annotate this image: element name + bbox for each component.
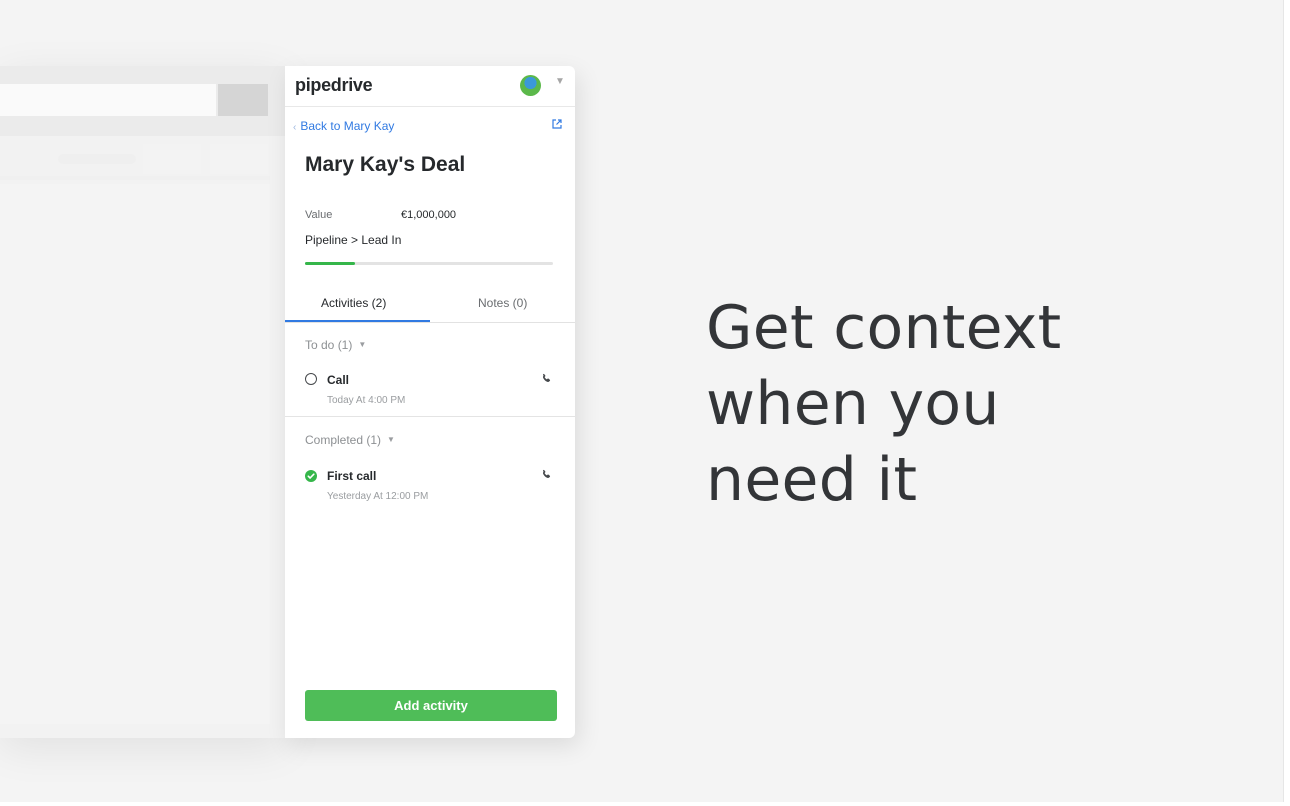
todo-section-header[interactable]: To do (1) ▼ — [305, 338, 366, 352]
back-link[interactable]: ‹ Back to Mary Kay — [293, 119, 394, 133]
activity-time: Yesterday At 12:00 PM — [327, 491, 429, 502]
activity-checkbox[interactable] — [305, 373, 317, 385]
value-amount: €1,000,000 — [401, 209, 457, 221]
host-content-area — [0, 184, 270, 724]
chevron-down-icon[interactable]: ▼ — [555, 76, 565, 87]
active-tab-indicator — [285, 320, 430, 322]
deal-title: Mary Kay's Deal — [305, 153, 466, 176]
host-page-window — [0, 66, 286, 738]
activity-title[interactable]: First call — [327, 469, 376, 483]
pipedrive-logo: pipedrive — [295, 75, 373, 95]
host-address-bar — [0, 84, 216, 116]
chevron-left-icon: ‹ — [293, 122, 297, 133]
add-activity-button[interactable]: Add activity — [305, 690, 557, 721]
todo-section-label: To do (1) — [305, 338, 353, 352]
host-placeholder-tab — [210, 144, 268, 174]
page-frame-edge — [0, 802, 1290, 806]
tab-activities[interactable]: Activities (2) — [321, 296, 386, 310]
completed-section-header[interactable]: Completed (1) ▼ — [305, 433, 395, 447]
section-divider — [285, 416, 575, 417]
pipeline-progress-bar — [305, 262, 553, 265]
phone-icon — [542, 373, 551, 383]
tagline-line: need it — [706, 445, 918, 515]
pipeline-stage: Pipeline > Lead In — [305, 233, 402, 247]
caret-down-icon: ▼ — [387, 435, 395, 444]
completed-section-label: Completed (1) — [305, 433, 382, 447]
tab-notes[interactable]: Notes (0) — [478, 296, 527, 310]
activity-title[interactable]: Call — [327, 373, 349, 387]
external-link-icon[interactable] — [552, 119, 562, 129]
tagline-line: Get context — [706, 293, 1062, 363]
pipedrive-sidebar: pipedrive ▼ ‹ Back to Mary Kay Mary Kay's… — [285, 66, 575, 738]
activity-time: Today At 4:00 PM — [327, 395, 406, 406]
phone-icon — [542, 469, 551, 479]
value-label: Value — [305, 209, 333, 221]
host-toolbar — [0, 66, 286, 136]
check-circle-icon[interactable] — [305, 470, 317, 482]
host-divider — [0, 176, 270, 180]
tagline-line: when you — [706, 369, 1000, 439]
back-link-label: Back to Mary Kay — [300, 119, 395, 133]
tab-bar: Activities (2) Notes (0) — [285, 290, 575, 323]
pipeline-progress-fill — [305, 262, 355, 265]
host-placeholder-pill — [58, 154, 136, 164]
tagline: Get context when you need it — [706, 290, 1126, 518]
caret-down-icon: ▼ — [358, 340, 367, 349]
host-placeholder-tab — [143, 144, 201, 174]
user-avatar[interactable] — [520, 75, 541, 96]
host-toolbar-button — [218, 84, 268, 116]
sidebar-header: pipedrive ▼ — [285, 66, 575, 107]
page-frame-edge — [1283, 0, 1290, 806]
